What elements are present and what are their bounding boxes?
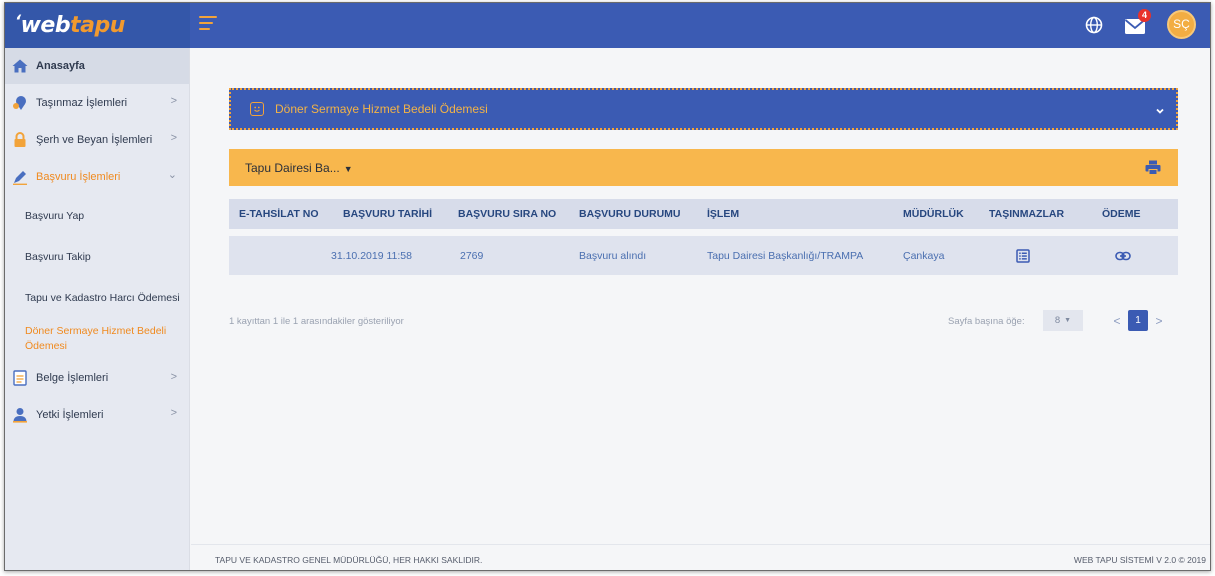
column-header-basvuru-sira-no[interactable]: BAŞVURU SIRA NO	[458, 199, 556, 229]
service-title: Döner Sermaye Hizmet Bedeli Ödemesi	[275, 102, 488, 116]
sidebar-item-yetki[interactable]: Yetki İşlemleri >	[5, 396, 189, 433]
print-icon[interactable]	[1145, 160, 1161, 175]
cell-islem: Tapu Dairesi Başkanlığı/TRAMPA	[707, 249, 864, 262]
smile-icon	[250, 102, 264, 116]
per-page-select[interactable]: 8 ▼	[1043, 310, 1083, 331]
cell-basvuru-durumu: Başvuru alındı	[579, 249, 647, 262]
logo-mark-icon: ʻ	[15, 11, 21, 30]
sidebar-subitem-basvuru-yap[interactable]: Başvuru Yap	[5, 195, 189, 236]
footer-copyright: TAPU VE KADASTRO GENEL MÜDÜRLÜĞÜ, HER HA…	[215, 555, 483, 565]
cell-basvuru-sira-no: 2769	[460, 249, 484, 262]
caret-down-icon: ▼	[1064, 317, 1072, 324]
sidebar-item-tasinmaz[interactable]: Taşınmaz İşlemleri >	[5, 84, 189, 121]
user-icon	[12, 407, 28, 423]
records-info: 1 kayıttan 1 ile 1 arasındakiler gösteri…	[229, 316, 404, 327]
sidebar-item-home[interactable]: Anasayfa	[5, 48, 189, 84]
pen-icon	[12, 169, 28, 185]
mail-button[interactable]: 4	[1124, 9, 1151, 37]
department-dropdown-value: Tapu Dairesi Ba...	[245, 160, 340, 175]
caret-down-icon: ▼	[343, 163, 353, 174]
department-dropdown[interactable]: Tapu Dairesi Ba... ▼	[245, 161, 353, 175]
pagination-prev-button[interactable]: <	[1110, 311, 1124, 331]
sidebar-item-label: Yetki İşlemleri	[36, 408, 104, 421]
house-pin-icon	[12, 95, 28, 111]
mail-count-badge: 4	[1138, 9, 1151, 22]
sidebar-item-basvuru[interactable]: Başvuru İşlemleri ⌄	[5, 158, 189, 195]
document-icon	[12, 370, 28, 386]
sidebar-subitem-basvuru-takip[interactable]: Başvuru Takip	[5, 236, 189, 277]
menu-icon[interactable]	[199, 16, 217, 34]
sidebar-subitem-doner-sermaye[interactable]: Döner Sermaye Hizmet Bedeli Ödemesi	[5, 318, 189, 360]
cell-basvuru-tarihi: 31.10.2019 11:58	[331, 249, 412, 262]
main-content: Döner Sermaye Hizmet Bedeli Ödemesi Tapu…	[191, 48, 1210, 544]
footer-version: WEB TAPU SİSTEMİ V 2.0 © 2019	[1073, 555, 1206, 565]
globe-icon[interactable]	[1084, 15, 1104, 35]
column-header-odeme[interactable]: ÖDEME	[1102, 199, 1141, 229]
column-header-tasinmazlar[interactable]: TAŞINMAZLAR	[989, 199, 1064, 229]
sidebar-subitem-label-line2: Ödemesi	[25, 340, 68, 352]
sidebar-item-label: Başvuru İşlemleri	[36, 170, 121, 183]
sidebar-item-label: Belge İşlemleri	[36, 372, 109, 384]
column-header-basvuru-durumu[interactable]: BAŞVURU DURUMU	[579, 199, 681, 229]
column-header-mudurluk[interactable]: MÜDÜRLÜK	[903, 199, 964, 229]
chevron-right-icon: >	[170, 407, 177, 419]
top-bar: ʻwebtapu 4 SÇ	[5, 3, 1210, 48]
sidebar-item-label: Şerh ve Beyan İşlemleri	[36, 133, 153, 146]
chevron-right-icon: >	[170, 371, 177, 383]
sidebar-item-label: Anasayfa	[36, 60, 85, 72]
per-page-label: Sayfa başına öğe:	[948, 316, 1025, 327]
logo-web-text: web	[20, 13, 71, 38]
service-accordion-header[interactable]: Döner Sermaye Hizmet Bedeli Ödemesi	[229, 88, 1178, 130]
table-header: E-TAHSİLAT NO BAŞVURU TARİHİ BAŞVURU SIR…	[229, 199, 1178, 229]
list-detail-icon[interactable]	[1016, 236, 1030, 275]
column-header-islem[interactable]: İŞLEM	[707, 199, 739, 229]
chevron-down-icon[interactable]	[1155, 103, 1165, 121]
avatar[interactable]: SÇ	[1167, 10, 1196, 39]
chevron-down-icon: ⌄	[167, 169, 177, 181]
footer: TAPU VE KADASTRO GENEL MÜDÜRLÜĞÜ, HER HA…	[191, 544, 1210, 570]
sidebar-item-belge[interactable]: Belge İşlemleri >	[5, 360, 189, 396]
column-header-e-tahsilat[interactable]: E-TAHSİLAT NO	[239, 199, 319, 229]
filter-bar: Tapu Dairesi Ba... ▼	[229, 149, 1178, 186]
cell-mudurluk: Çankaya	[903, 249, 945, 262]
home-icon	[12, 58, 28, 74]
column-header-basvuru-tarihi[interactable]: BAŞVURU TARİHİ	[343, 199, 432, 229]
link-icon[interactable]	[1115, 236, 1131, 275]
sidebar-item-serh-beyan[interactable]: Şerh ve Beyan İşlemleri >	[5, 121, 189, 158]
pagination-next-button[interactable]: >	[1152, 311, 1166, 331]
lock-icon	[12, 131, 28, 148]
chevron-right-icon: >	[170, 95, 177, 107]
logo[interactable]: ʻwebtapu	[5, 3, 190, 48]
per-page-value: 8	[1054, 315, 1061, 326]
sidebar: Anasayfa Taşınmaz İşlemleri > Şerh ve Be…	[5, 48, 190, 570]
sidebar-subitem-harc-odemesi[interactable]: Tapu ve Kadastro Harcı Ödemesi	[5, 277, 189, 318]
pagination-page-button[interactable]: 1	[1128, 310, 1148, 331]
app-window: ʻwebtapu 4 SÇ Anasayfa Taşınmaz İşlemler…	[4, 2, 1211, 571]
logo-tapu-text: tapu	[70, 13, 125, 38]
sidebar-item-label: Taşınmaz İşlemleri	[36, 96, 128, 109]
chevron-right-icon: >	[170, 132, 177, 144]
sidebar-subitem-label-line1: Döner Sermaye Hizmet Bedeli	[25, 325, 167, 337]
table-row[interactable]: 31.10.2019 11:58 2769 Başvuru alındı Tap…	[229, 236, 1178, 275]
